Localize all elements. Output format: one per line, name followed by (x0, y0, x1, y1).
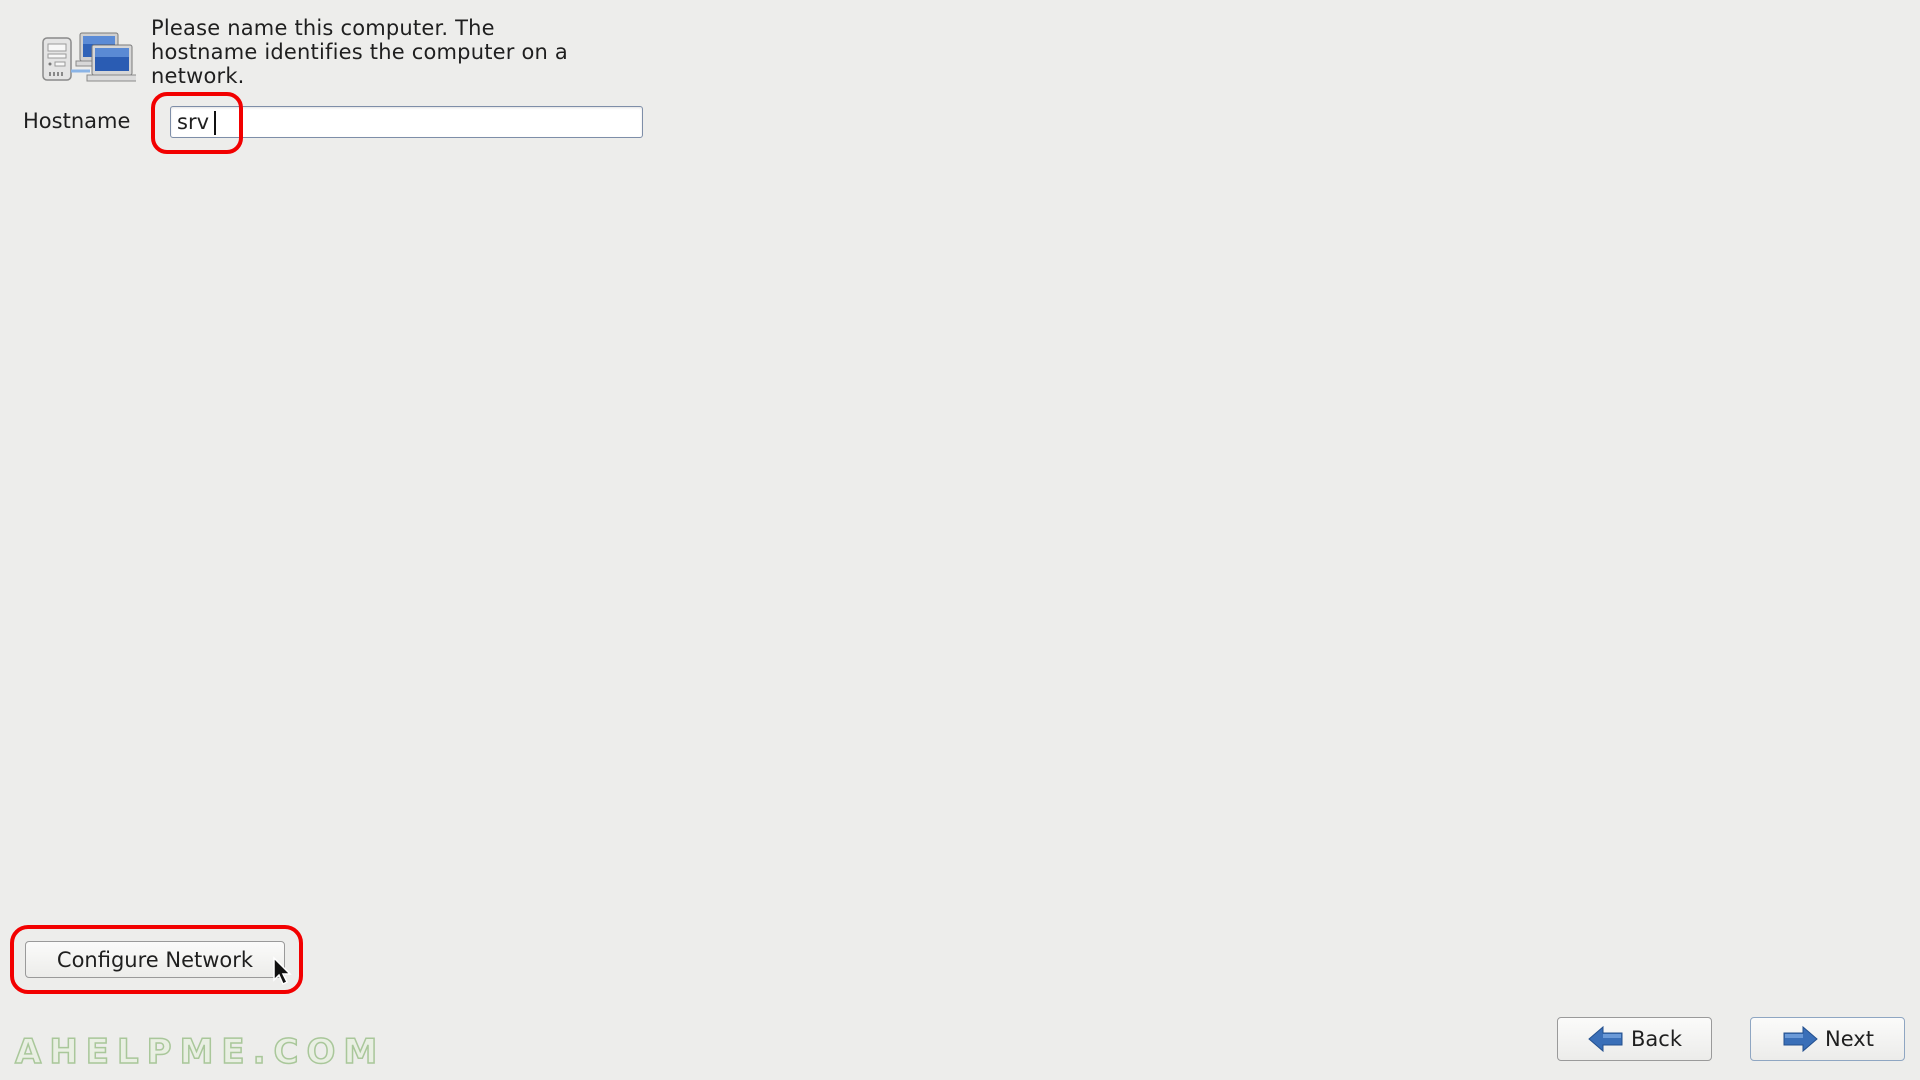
description-line: Please name this computer. The (151, 16, 495, 40)
watermark: AHELPME.COM (14, 1031, 386, 1073)
next-label: Next (1825, 1027, 1874, 1051)
description-line: network. (151, 64, 245, 88)
annotation-highlight-configure-network (10, 925, 303, 994)
hostname-label: Hostname (23, 109, 131, 133)
arrow-left-icon (1588, 1025, 1623, 1053)
back-button[interactable]: Back (1557, 1017, 1712, 1061)
mouse-pointer-icon (273, 956, 292, 986)
next-button[interactable]: Next (1750, 1017, 1905, 1061)
back-label: Back (1631, 1027, 1682, 1051)
arrow-right-icon (1783, 1025, 1818, 1053)
page-description: Please name this computer. The hostname … (151, 16, 671, 88)
annotation-highlight-hostname (151, 92, 243, 154)
description-line: hostname identifies the computer on a (151, 40, 568, 64)
network-computers-icon (42, 32, 136, 82)
